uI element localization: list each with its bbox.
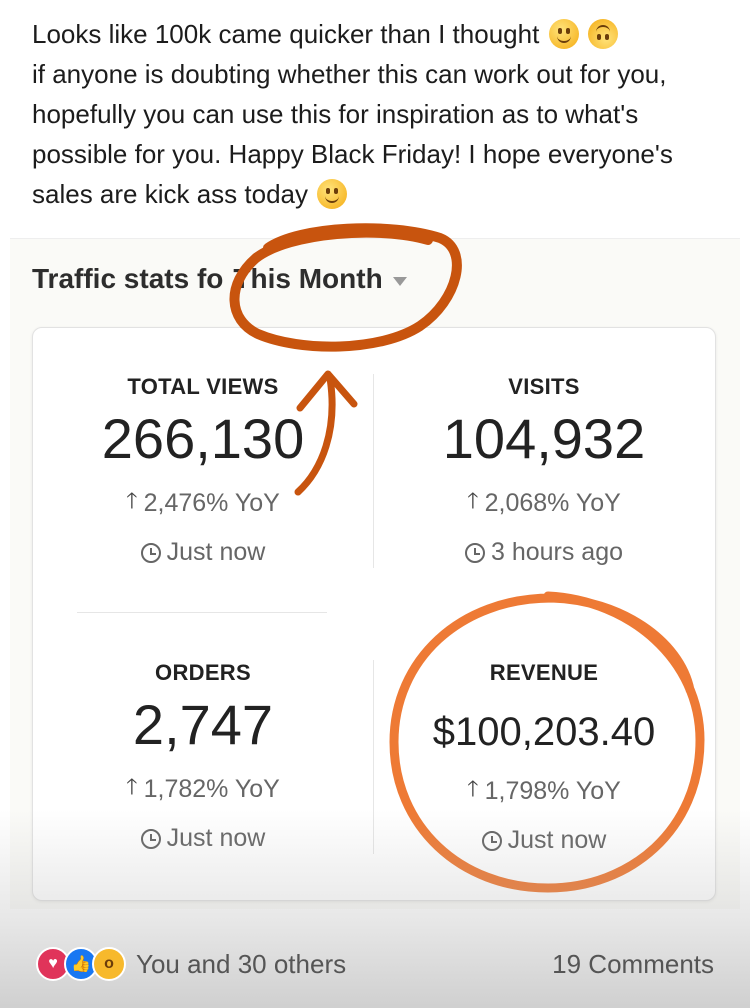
post-text-line2: if anyone is doubting whether this can w… (32, 54, 722, 214)
period-selector[interactable]: This Month (233, 263, 382, 295)
stat-yoy: 🡑 2,476% YoY (33, 484, 373, 522)
stat-updated: 3 hours ago (374, 538, 714, 567)
yoy-text: 2,068% YoY (484, 488, 621, 517)
traffic-stats-header[interactable]: Traffic stats fo This Month (32, 263, 407, 295)
updated-text: Just now (507, 826, 607, 854)
stat-value: 2,747 (132, 693, 274, 756)
post-text-line1: Looks like 100k came quicker than I thou… (32, 14, 722, 54)
revenue-stat: REVENUE $100,203.40 🡑 1,798% YoY Just no… (374, 660, 714, 855)
traffic-stats-prefix: Traffic stats fo (32, 263, 224, 294)
stat-label: ORDERS (155, 660, 251, 685)
stat-label: REVENUE (489, 660, 599, 685)
total-views-stat: TOTAL VIEWS 266,130 🡑 2,476% YoY Just no… (33, 374, 373, 567)
reaction-icons: ♥ 👍 o (36, 947, 126, 981)
yoy-text: 1,798% YoY (484, 776, 621, 805)
reactions-text[interactable]: You and 30 others (136, 949, 346, 980)
upside-down-face-icon (587, 19, 618, 49)
updated-text: Just now (166, 538, 266, 566)
slightly-smiling-face-icon (548, 19, 579, 49)
stat-updated: Just now (33, 824, 373, 853)
chevron-down-icon[interactable] (392, 276, 407, 286)
stat-updated: Just now (33, 538, 373, 567)
clock-icon (140, 828, 161, 849)
traffic-stats-panel: Traffic stats fo This Month TOTAL VIEWS … (10, 238, 740, 909)
stat-yoy: 🡑 2,068% YoY (374, 484, 714, 522)
stats-card: TOTAL VIEWS 266,130 🡑 2,476% YoY Just no… (32, 327, 716, 901)
clock-icon (140, 542, 161, 563)
wow-icon: o (92, 947, 126, 981)
stat-value: 266,130 (101, 407, 305, 470)
stat-yoy: 🡑 1,782% YoY (33, 770, 373, 808)
stat-value: $100,203.40 (432, 710, 656, 754)
horizontal-divider (77, 612, 327, 613)
updated-text: 3 hours ago (490, 538, 624, 566)
post-footer: ♥ 👍 o You and 30 others 19 Comments (0, 920, 750, 1008)
post-message-text: if anyone is doubting whether this can w… (32, 59, 673, 209)
clock-icon (481, 830, 502, 851)
reactions-summary[interactable]: ♥ 👍 o You and 30 others (36, 947, 346, 981)
post-body: Looks like 100k came quicker than I thou… (32, 14, 722, 214)
clock-icon (464, 542, 485, 563)
updated-text: Just now (166, 824, 266, 852)
post-intro-text: Looks like 100k came quicker than I thou… (32, 19, 540, 49)
arrow-up-icon: 🡑 (467, 776, 479, 801)
slightly-smiling-face-icon (317, 179, 348, 209)
arrow-up-icon: 🡑 (126, 488, 138, 513)
stat-updated: Just now (374, 826, 714, 855)
yoy-text: 2,476% YoY (143, 488, 280, 517)
stat-label: TOTAL VIEWS (127, 374, 279, 399)
yoy-text: 1,782% YoY (143, 774, 280, 803)
stat-label: VISITS (508, 374, 580, 399)
arrow-up-icon: 🡑 (126, 774, 138, 799)
comments-count[interactable]: 19 Comments (552, 949, 714, 980)
orders-stat: ORDERS 2,747 🡑 1,782% YoY Just now (33, 660, 373, 853)
stat-value: 104,932 (442, 407, 646, 470)
arrow-up-icon: 🡑 (467, 488, 479, 513)
visits-stat: VISITS 104,932 🡑 2,068% YoY 3 hours ago (374, 374, 714, 567)
stat-yoy: 🡑 1,798% YoY (374, 772, 714, 810)
